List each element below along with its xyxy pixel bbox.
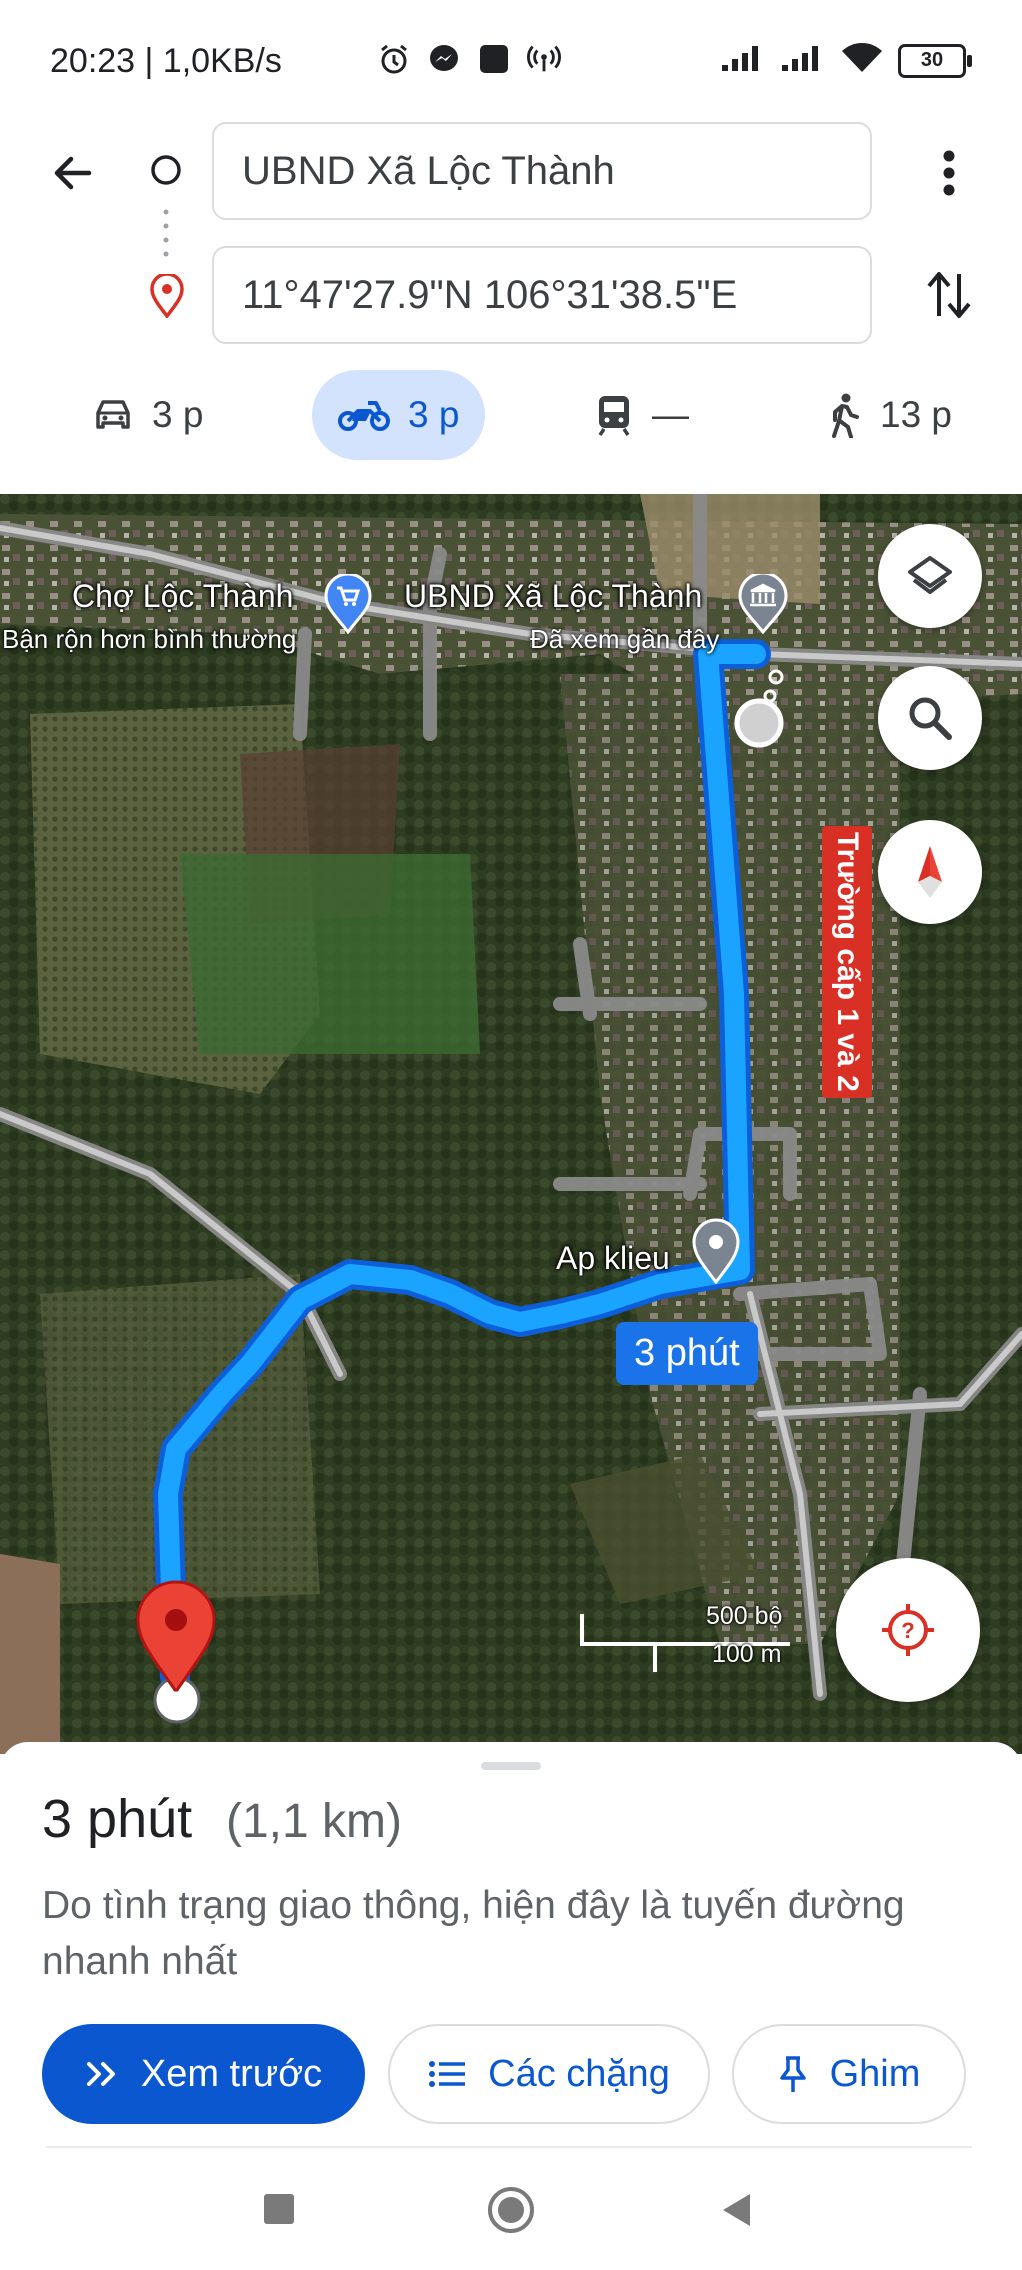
scale-feet-label: 500 bộ [706, 1602, 783, 1630]
preview-button[interactable]: Xem trước [42, 2024, 365, 2124]
steps-label: Các chặng [488, 2052, 670, 2095]
svg-text:?: ? [901, 1618, 914, 1643]
destination-input[interactable]: 11°47'27.9"N 106°31'38.5"E [212, 246, 872, 344]
my-location-button[interactable]: ? [836, 1558, 980, 1702]
route-dots-icon [163, 208, 169, 258]
layers-icon [908, 556, 952, 594]
square-icon [264, 2194, 294, 2224]
place-label-ap-klieu[interactable]: Ap klieu [556, 1240, 670, 1277]
battery-icon: 30 [898, 43, 972, 78]
list-icon [429, 2061, 466, 2087]
my-location-icon: ? [882, 1604, 934, 1656]
travel-mode-tabs: 3 p 3 p — 13 p [0, 370, 1022, 470]
compass-button[interactable] [878, 820, 982, 924]
compass-icon [918, 846, 942, 898]
status-time-speed: 20:23 | 1,0KB/s [50, 42, 282, 80]
triangle-back-icon [723, 2194, 750, 2226]
sheet-divider [46, 2146, 972, 2148]
mode-transit-label: — [652, 394, 689, 435]
recents-button[interactable] [262, 2192, 296, 2231]
mode-car[interactable]: 3 p [92, 370, 203, 460]
signal-2-icon [780, 43, 826, 78]
signal-icon [720, 43, 766, 78]
more-options-button[interactable] [924, 140, 974, 206]
double-chevron-right-icon [86, 2062, 115, 2086]
route-distance: (1,1 km) [226, 1795, 403, 1848]
school-label[interactable]: Trường cấp 1 và 2 [822, 826, 872, 1098]
motorbike-icon [338, 401, 390, 431]
government-building-icon[interactable] [738, 571, 788, 639]
scale-meters-label: 100 m [712, 1640, 782, 1668]
search-along-route-button[interactable] [878, 666, 982, 770]
place-label-commune[interactable]: UBND Xã Lộc Thành [404, 578, 702, 615]
transit-icon [598, 396, 630, 436]
home-button[interactable] [487, 2186, 535, 2239]
shopping-cart-icon[interactable] [324, 572, 372, 639]
swap-locations-button[interactable] [916, 262, 982, 328]
notification-icons [375, 40, 563, 78]
wifi-icon [840, 42, 884, 79]
status-bar: 20:23 | 1,0KB/s 30 [0, 0, 1022, 120]
home-circle-icon [488, 2187, 534, 2233]
messenger-icon [425, 40, 463, 78]
mode-motorbike[interactable]: 3 p [312, 370, 486, 460]
mode-car-label: 3 p [152, 394, 204, 435]
mode-transit[interactable]: — [594, 370, 689, 460]
map-view[interactable]: Chợ Lộc Thành Bận rộn hơn bình thường UB… [0, 494, 1022, 1754]
satellite-imagery [0, 494, 1022, 1754]
back-arrow-icon [54, 156, 92, 190]
app-square-icon [475, 40, 513, 78]
place-sublabel-market: Bận rộn hơn bình thường [2, 624, 297, 654]
car-icon [96, 400, 130, 429]
walk-icon [832, 393, 859, 438]
origin-input[interactable]: UBND Xã Lộc Thành [212, 122, 872, 220]
route-time-chip[interactable]: 3 phút [616, 1322, 758, 1385]
route-description: Do tình trạng giao thông, hiện đây là tu… [42, 1884, 905, 1983]
pin-label: Ghim [829, 2052, 921, 2095]
swap-vert-icon [927, 272, 971, 318]
place-pin-icon[interactable] [692, 1218, 740, 1289]
hotspot-icon [525, 40, 563, 78]
pin-icon [779, 2056, 806, 2092]
place-label-market[interactable]: Chợ Lộc Thành [72, 578, 293, 615]
sheet-drag-handle[interactable] [481, 1762, 541, 1770]
more-vert-icon [943, 150, 955, 196]
back-nav-button[interactable] [720, 2192, 754, 2233]
route-duration: 3 phút [42, 1789, 193, 1849]
mode-walk-label: 13 p [880, 394, 953, 435]
back-button[interactable] [40, 140, 106, 206]
pin-button[interactable]: Ghim [732, 2024, 966, 2124]
steps-button[interactable]: Các chặng [388, 2024, 710, 2124]
layers-button[interactable] [878, 524, 982, 628]
system-nav-bar [0, 2150, 1022, 2270]
system-indicators: 30 [720, 42, 972, 79]
destination-pin-icon [148, 272, 186, 319]
mode-motorbike-label: 3 p [408, 394, 460, 435]
alarm-icon [375, 40, 413, 78]
origin-circle-icon [148, 152, 184, 188]
search-icon [909, 697, 952, 740]
place-sublabel-commune: Đã xem gần đây [530, 624, 720, 654]
mode-walk[interactable]: 13 p [826, 370, 952, 460]
preview-label: Xem trước [140, 2052, 323, 2095]
